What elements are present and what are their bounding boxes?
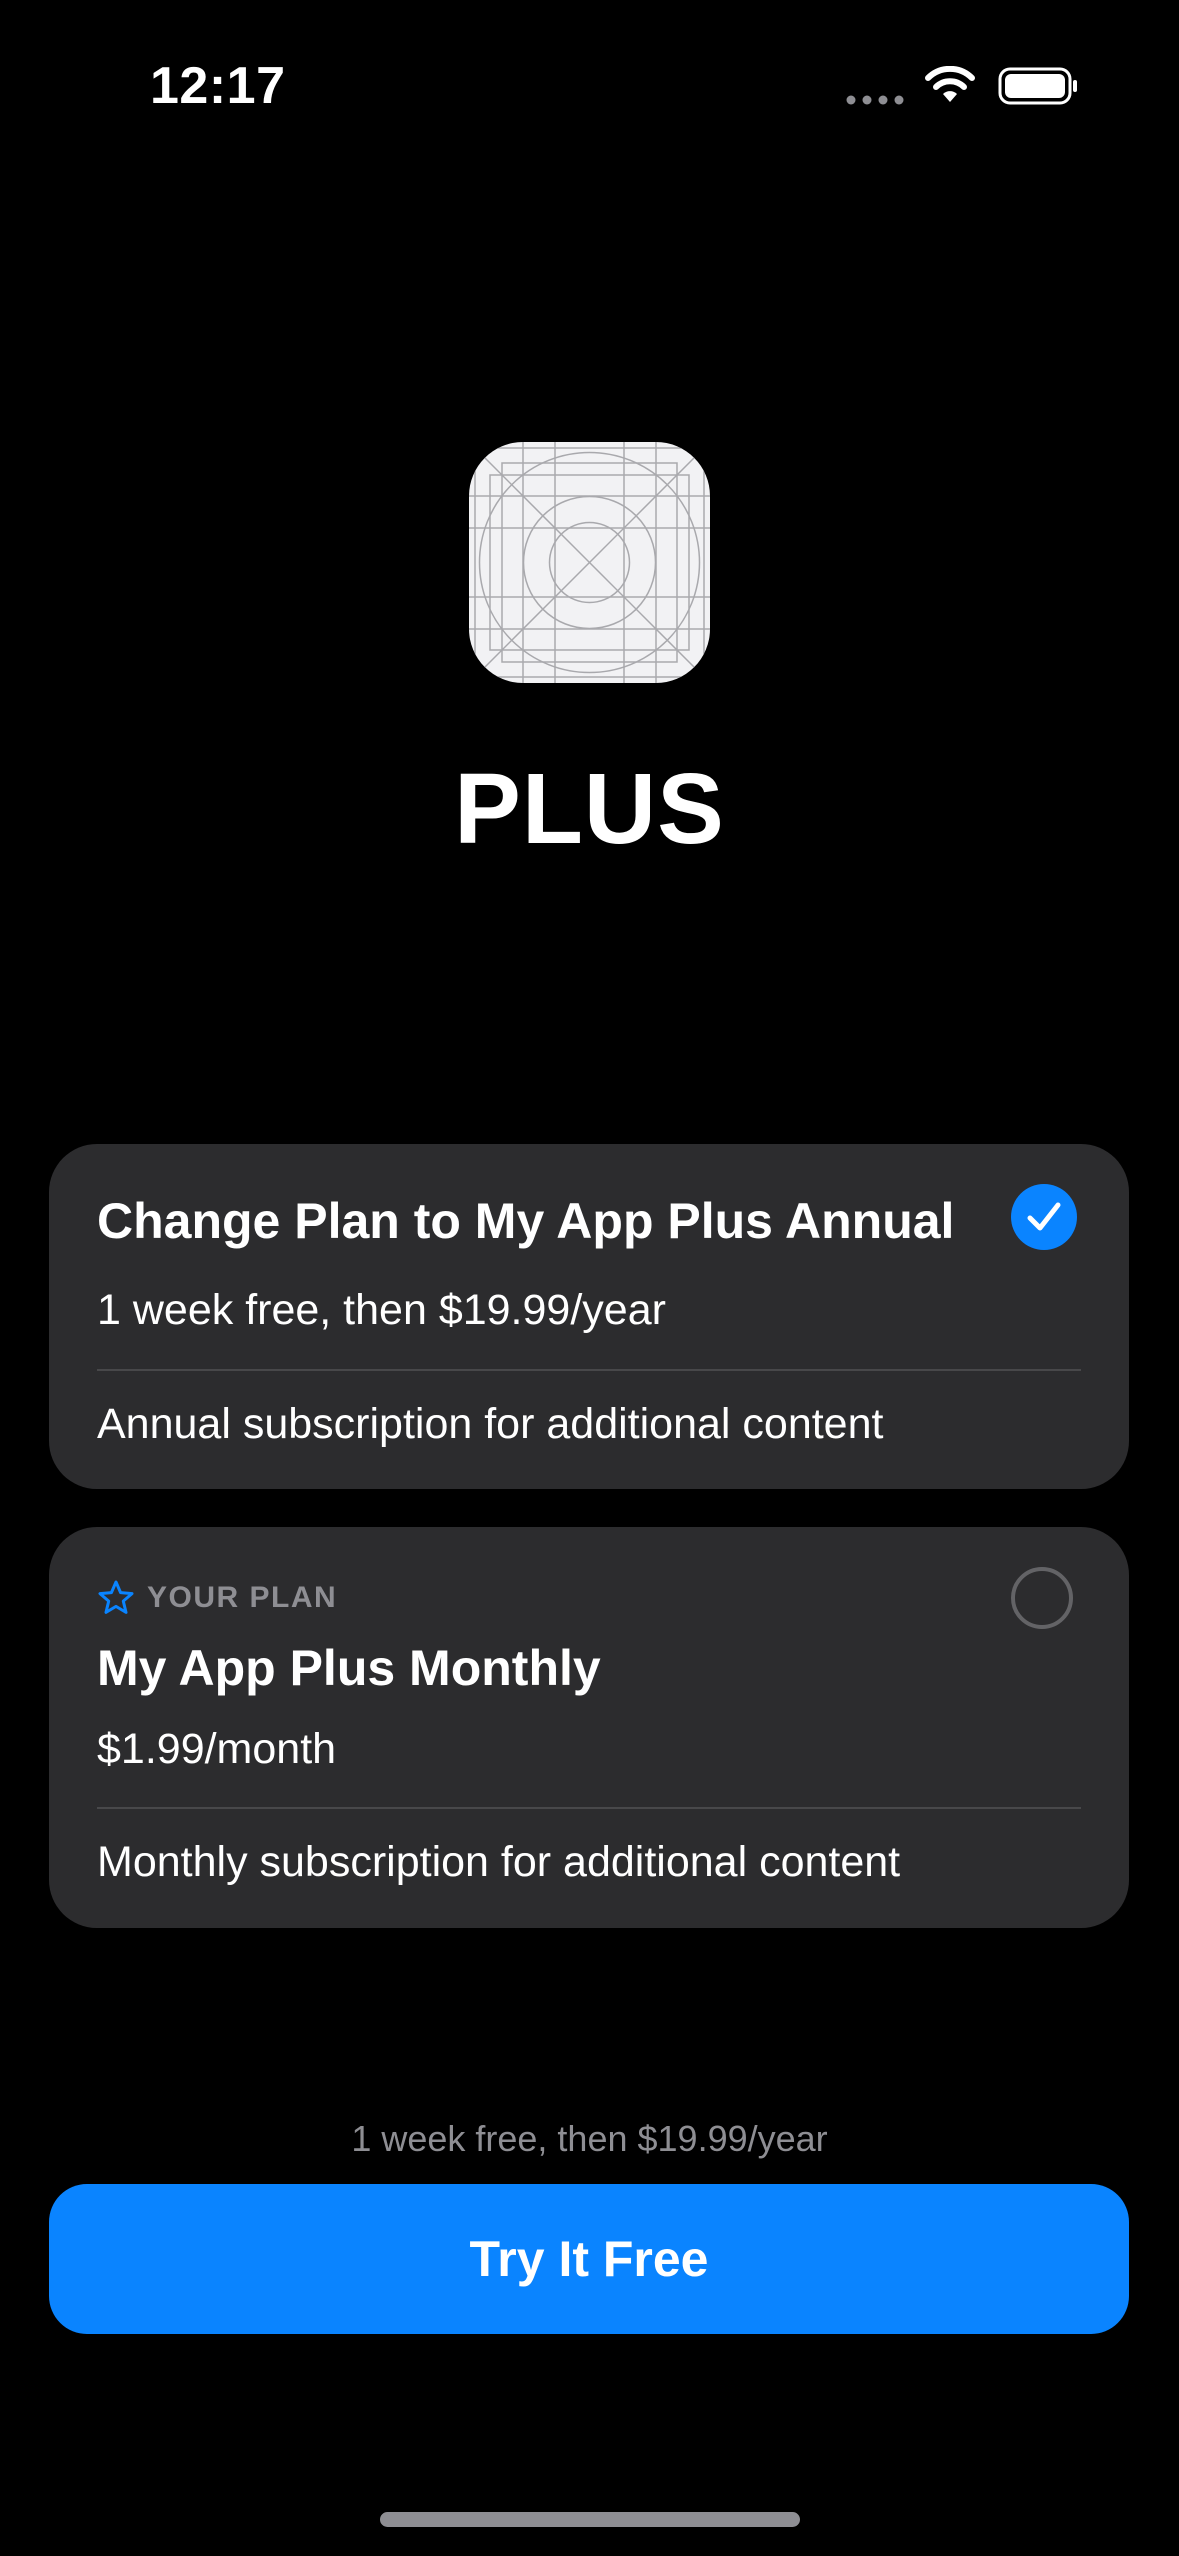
plan-name: Change Plan to My App Plus Annual	[97, 1193, 955, 1249]
cellular-signal-icon	[846, 95, 904, 105]
plan-name: My App Plus Monthly	[97, 1640, 601, 1696]
battery-full-icon	[998, 67, 1077, 105]
home-indicator[interactable]	[380, 2512, 800, 2527]
plan-description: Annual subscription for additional conte…	[97, 1400, 884, 1448]
plan-price: $1.99/month	[97, 1725, 337, 1773]
plan-price: 1 week free, then $19.99/year	[97, 1286, 666, 1334]
plan-description: Monthly subscription for additional cont…	[97, 1838, 901, 1886]
wifi-icon	[925, 66, 975, 102]
cta-label: Try It Free	[469, 2231, 709, 2287]
plan-divider	[97, 1369, 1081, 1371]
status-time: 12:17	[150, 57, 286, 115]
try-it-free-button[interactable]: Try It Free	[49, 2184, 1129, 2334]
your-plan-label: YOUR PLAN	[147, 1581, 338, 1614]
plan-card-annual[interactable]: Change Plan to My App Plus Annual 1 week…	[49, 1144, 1129, 1489]
status-bar: 12:17	[0, 0, 1179, 170]
empty-radio-icon[interactable]	[1011, 1567, 1073, 1629]
plan-card-monthly[interactable]: YOUR PLAN My App Plus Monthly $1.99/mont…	[49, 1527, 1129, 1928]
app-icon	[469, 442, 710, 683]
plan-divider	[97, 1807, 1081, 1809]
star-icon	[98, 1580, 134, 1614]
pricing-note: 1 week free, then $19.99/year	[351, 2118, 828, 2159]
checkmark-circle-icon[interactable]	[1011, 1184, 1077, 1250]
app-title: PLUS	[454, 753, 725, 865]
